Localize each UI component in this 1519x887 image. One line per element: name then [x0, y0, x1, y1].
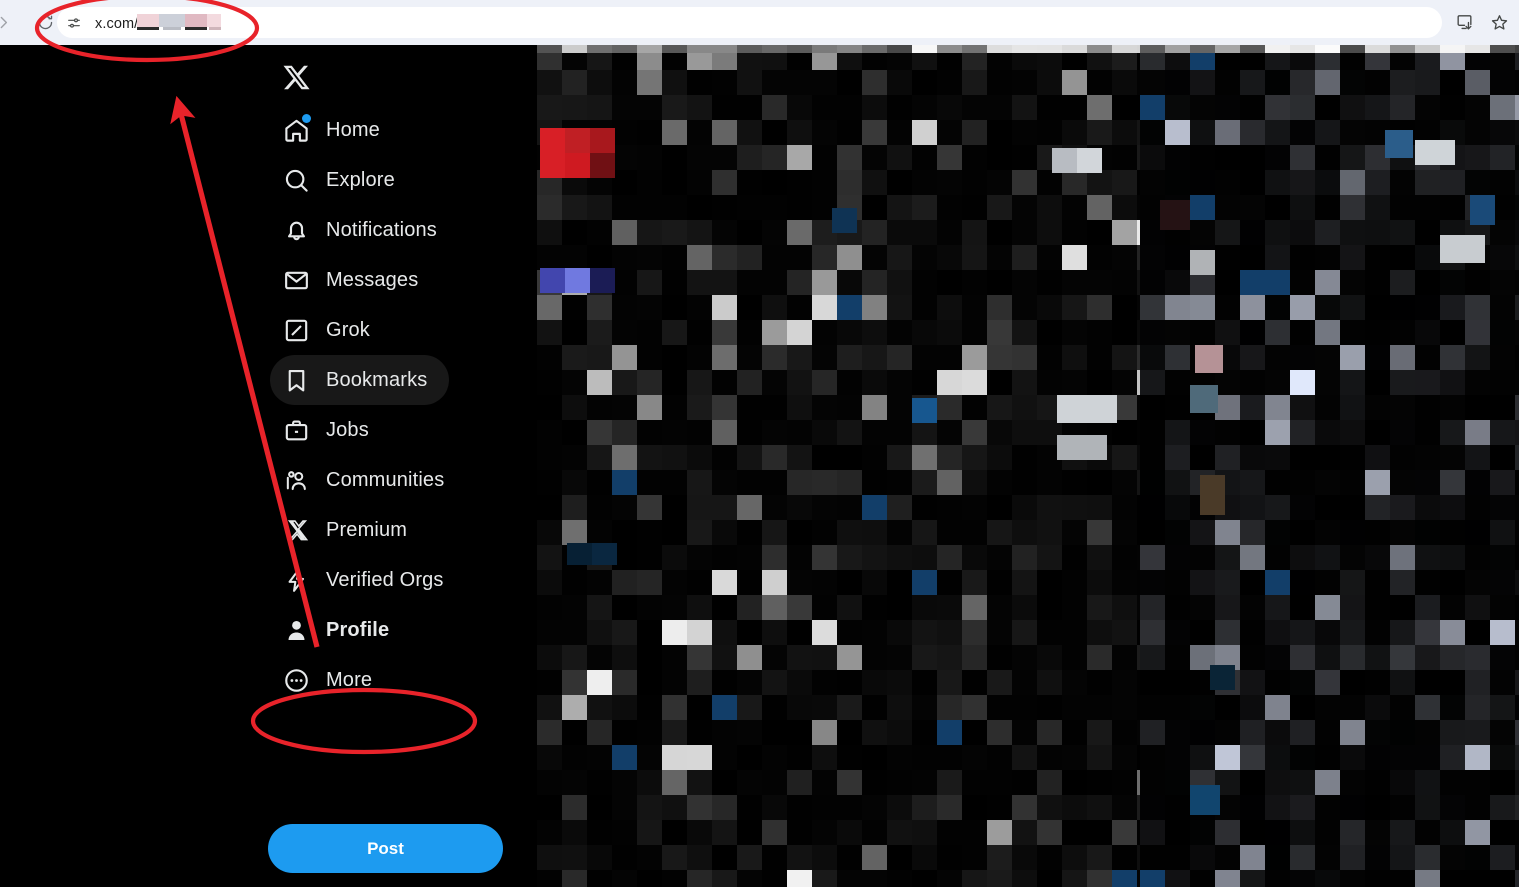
sidebar-item-label: Premium — [326, 518, 408, 541]
search-icon — [270, 155, 322, 205]
sidebar-item-messages[interactable]: Messages — [270, 255, 440, 305]
pixelated-content — [537, 45, 1140, 887]
sidebar-item-communities[interactable]: Communities — [270, 455, 466, 505]
sidebar-item-premium[interactable]: Premium — [270, 505, 429, 555]
briefcase-icon — [270, 405, 322, 455]
omnibox-actions — [1455, 0, 1509, 45]
home-icon — [270, 105, 322, 155]
more-circle-icon — [270, 655, 322, 705]
grok-icon — [270, 305, 322, 355]
browser-toolbar: x.com/ — [0, 0, 1519, 45]
sidebar-item-verified-orgs[interactable]: Verified Orgs — [270, 555, 466, 605]
browser-window: x.com/ Home Explore Notifications Messag… — [0, 0, 1519, 887]
sidebar-item-label: Communities — [326, 468, 445, 491]
main-timeline-censored[interactable] — [537, 45, 1140, 887]
url-redacted-username — [137, 13, 222, 31]
sidebar-item-label: Jobs — [326, 418, 369, 441]
site-settings-icon[interactable] — [60, 9, 88, 37]
sidebar-item-label: Grok — [326, 318, 370, 341]
bookmark-icon — [270, 355, 322, 405]
sidebar-nav-list: Home Explore Notifications Messages Grok… — [270, 105, 537, 705]
envelope-icon — [270, 255, 322, 305]
x-premium-icon — [270, 505, 322, 555]
right-sidebar-censored[interactable] — [1140, 45, 1519, 887]
sidebar-item-notifications[interactable]: Notifications — [270, 205, 459, 255]
sidebar-item-explore[interactable]: Explore — [270, 155, 417, 205]
communities-icon — [270, 455, 322, 505]
url-prefix: x.com/ — [95, 15, 139, 32]
sidebar-item-label: Explore — [326, 168, 395, 191]
sidebar-item-label: Home — [326, 118, 380, 141]
sidebar-item-grok[interactable]: Grok — [270, 305, 392, 355]
sidebar-item-label: Messages — [326, 268, 419, 291]
reload-icon[interactable] — [30, 8, 60, 38]
address-bar[interactable]: x.com/ — [57, 7, 1442, 38]
sidebar-item-home[interactable]: Home — [270, 105, 402, 155]
sidebar-item-label: Verified Orgs — [326, 568, 444, 591]
home-unread-badge — [302, 114, 311, 123]
url-text: x.com/ — [95, 13, 222, 32]
sidebar-item-label: Notifications — [326, 218, 437, 241]
install-app-icon[interactable] — [1455, 13, 1474, 32]
lightning-bolt-icon — [270, 555, 322, 605]
forward-arrow-icon[interactable] — [0, 8, 18, 38]
post-button[interactable]: Post — [268, 824, 503, 873]
sidebar-item-more[interactable]: More — [270, 655, 394, 705]
x-logo-icon[interactable] — [270, 51, 322, 103]
sidebar-item-profile[interactable]: Profile — [270, 605, 411, 655]
primary-sidebar: Home Explore Notifications Messages Grok… — [0, 45, 537, 887]
sidebar-item-label: More — [326, 668, 373, 691]
sidebar-item-label: Bookmarks — [326, 368, 428, 391]
sidebar-item-jobs[interactable]: Jobs — [270, 405, 391, 455]
x-web-app: Home Explore Notifications Messages Grok… — [0, 45, 1519, 887]
bookmark-star-icon[interactable] — [1490, 13, 1509, 32]
bell-icon — [270, 205, 322, 255]
pixelated-content — [1140, 45, 1519, 887]
sidebar-item-label: Profile — [326, 618, 390, 641]
person-icon — [270, 605, 322, 655]
sidebar-item-bookmarks[interactable]: Bookmarks — [270, 355, 450, 405]
